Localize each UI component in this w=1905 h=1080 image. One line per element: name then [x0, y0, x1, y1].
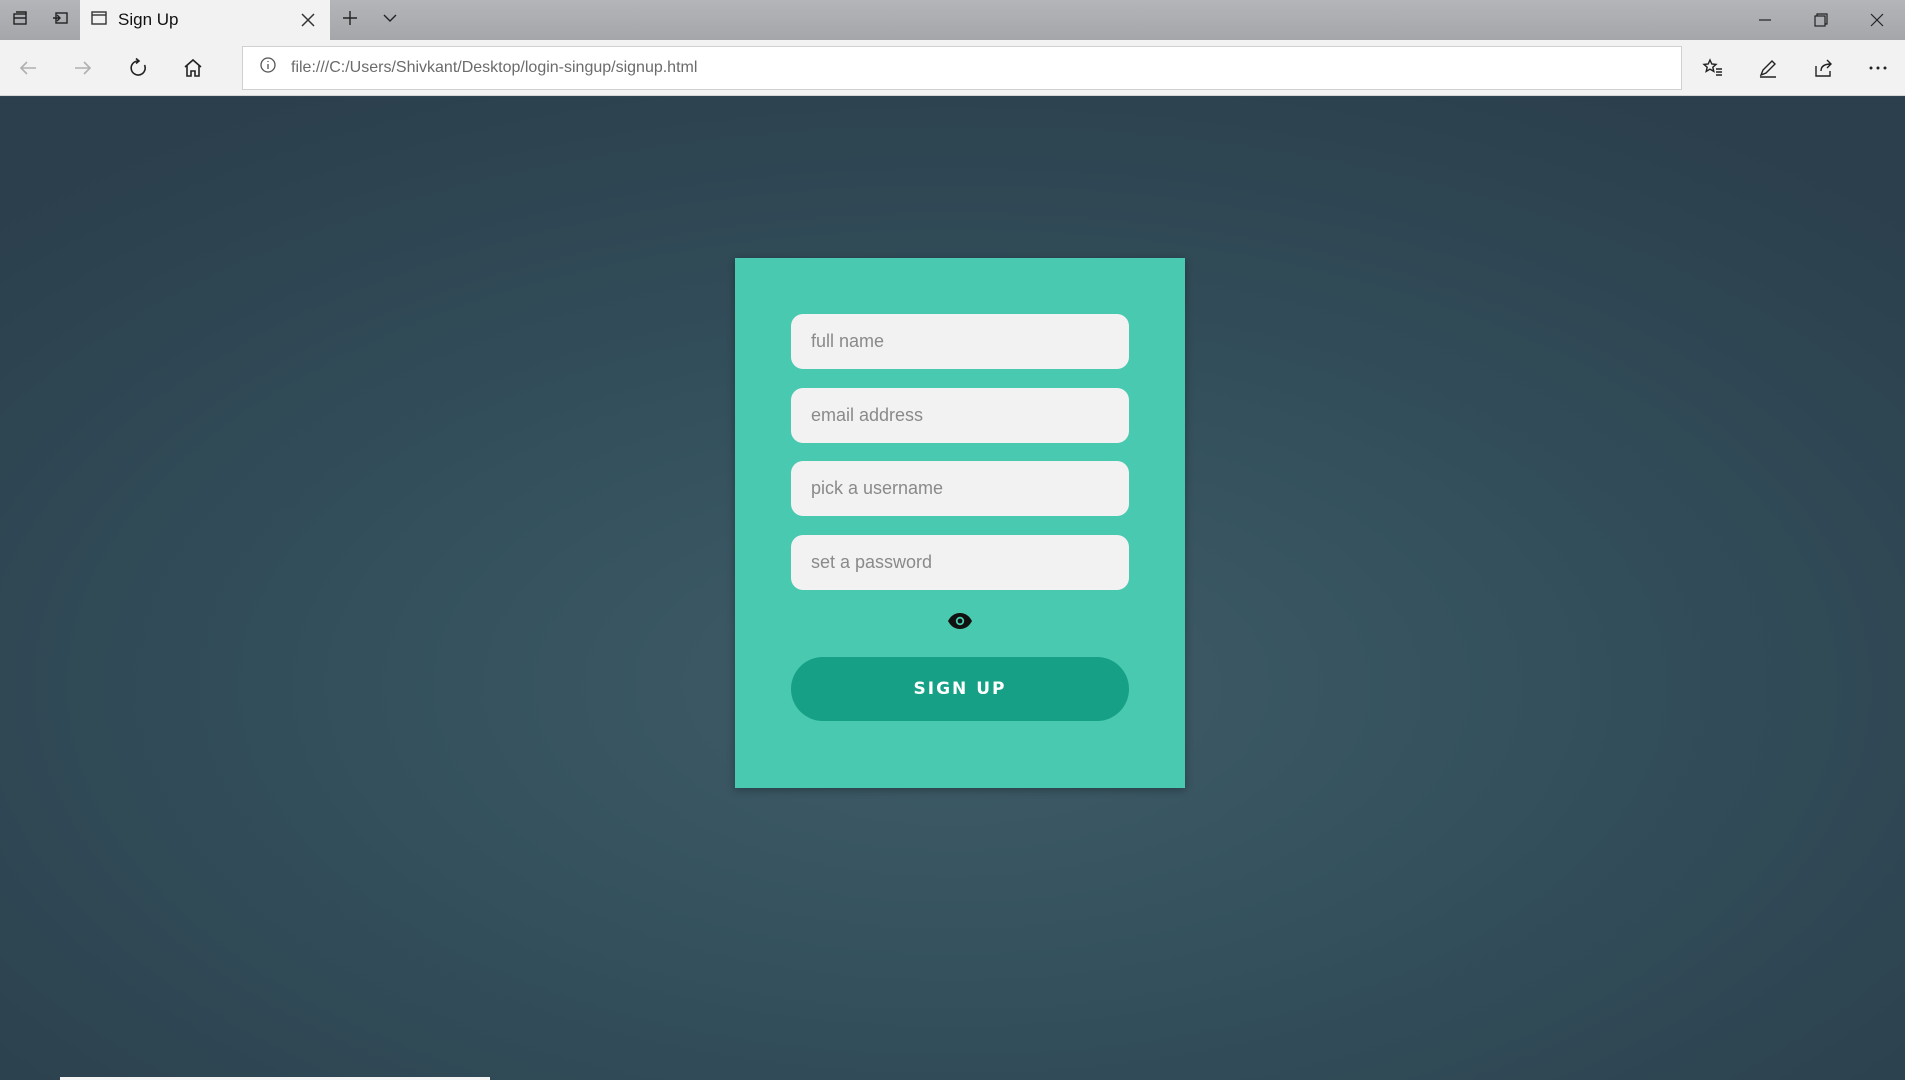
eye-icon: [948, 613, 972, 629]
forward-icon: [74, 60, 91, 75]
close-icon: [301, 13, 315, 27]
signup-card: SIGN UP: [735, 258, 1185, 788]
refresh-icon: [129, 57, 146, 76]
window-controls: [1737, 0, 1905, 40]
full-name-input[interactable]: [791, 314, 1129, 369]
favorites-button[interactable]: [1685, 40, 1740, 96]
url-text: file:///C:/Users/Shivkant/Desktop/login-…: [291, 58, 698, 76]
browser-tools: [1685, 40, 1905, 96]
restore-button[interactable]: [1793, 0, 1849, 40]
minimize-icon: [1759, 19, 1771, 21]
refresh-button[interactable]: [110, 40, 165, 96]
share-icon: [1814, 59, 1832, 77]
home-button[interactable]: [165, 40, 220, 96]
chevron-down-icon: [381, 9, 399, 32]
address-toolbar: file:///C:/Users/Shivkant/Desktop/login-…: [0, 40, 1905, 96]
tabs-aside-button[interactable]: [0, 0, 40, 40]
close-window-button[interactable]: [1849, 0, 1905, 40]
share-button[interactable]: [1795, 40, 1850, 96]
close-icon: [1870, 13, 1884, 27]
info-icon[interactable]: [259, 56, 277, 79]
tab-bar: Sign Up: [0, 0, 1905, 40]
more-button[interactable]: [1850, 40, 1905, 96]
more-icon: [1869, 66, 1886, 69]
active-tab[interactable]: Sign Up: [80, 0, 330, 40]
address-bar[interactable]: file:///C:/Users/Shivkant/Desktop/login-…: [242, 45, 1682, 90]
tab-title: Sign Up: [118, 10, 179, 29]
restore-icon: [1814, 13, 1828, 27]
password-input[interactable]: [791, 535, 1129, 590]
page-viewport: SIGN UP: [0, 97, 1905, 1080]
restore-tabs-button[interactable]: [40, 0, 80, 40]
restore-tabs-icon: [51, 9, 69, 32]
home-icon: [183, 58, 202, 77]
pen-icon: [1759, 59, 1776, 78]
show-password-toggle[interactable]: [947, 610, 973, 632]
forward-button[interactable]: [55, 40, 110, 96]
tab-list-button[interactable]: [370, 0, 410, 40]
signup-button[interactable]: SIGN UP: [791, 657, 1129, 721]
minimize-button[interactable]: [1737, 0, 1793, 40]
back-button[interactable]: [0, 40, 55, 96]
tabs-aside-icon: [11, 9, 29, 32]
new-tab-button[interactable]: [330, 0, 370, 40]
favorites-icon: [1701, 57, 1722, 76]
close-tab-button[interactable]: [296, 8, 320, 32]
notes-button[interactable]: [1740, 40, 1795, 96]
plus-icon: [341, 9, 359, 32]
page-icon: [90, 9, 108, 32]
email-input[interactable]: [791, 388, 1129, 443]
username-input[interactable]: [791, 461, 1129, 516]
back-icon: [19, 60, 36, 75]
